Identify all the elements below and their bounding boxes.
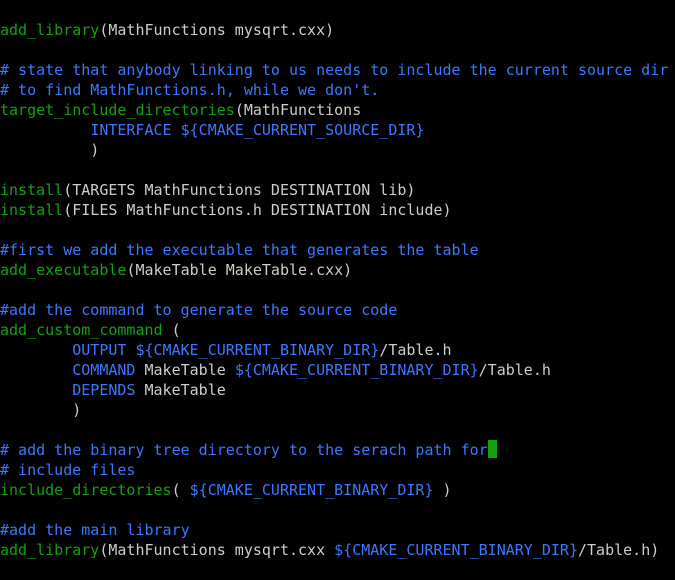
code-text: /Table.h [478,361,551,379]
code-text: ) [0,401,82,419]
code-comment: #add the main library [0,521,190,539]
code-comment: #add the command to generate the source … [0,301,398,319]
cmake-variable: ${CMAKE_CURRENT_BINARY_DIR} [234,361,479,379]
code-text: (TARGETS MathFunctions DESTINATION lib) [63,181,416,199]
code-text: (MathFunctions mysqrt.cxx) [99,21,335,39]
code-text: ( [162,321,181,339]
code-text: (MakeTable MakeTable.cxx) [126,261,353,279]
code-text: (FILES MathFunctions.h DESTINATION inclu… [63,201,452,219]
code-text: (MathFunctions [234,101,362,119]
cmake-keyword: INTERFACE [90,121,172,139]
code-line: INTERFACE ${CMAKE_CURRENT_SOURCE_DIR} [0,120,675,140]
code-line: #first we add the executable that genera… [0,240,675,260]
terminal-editor[interactable]: add_library(MathFunctions mysqrt.cxx) # … [0,20,675,560]
code-line: add_executable(MakeTable MakeTable.cxx) [0,260,675,280]
cmake-command: install [0,201,64,219]
code-line: # include files [0,460,675,480]
code-text: (MathFunctions mysqrt.cxx [99,541,335,559]
code-text: ) [0,141,100,159]
code-text: MakeTable [135,381,226,399]
code-line: OUTPUT ${CMAKE_CURRENT_BINARY_DIR}/Table… [0,340,675,360]
cmake-command: install [0,181,64,199]
cmake-command: add_custom_command [0,321,163,339]
code-comment: #first we add the executable that genera… [0,241,479,259]
code-text: ( [171,481,190,499]
code-text: MakeTable [135,361,235,379]
cmake-variable: ${CMAKE_CURRENT_BINARY_DIR} [135,341,380,359]
code-line: install(FILES MathFunctions.h DESTINATIO… [0,200,675,220]
code-line: #add the command to generate the source … [0,300,675,320]
cmake-command: add_library [0,21,100,39]
code-text: ) [433,481,452,499]
code-line: COMMAND MakeTable ${CMAKE_CURRENT_BINARY… [0,360,675,380]
code-line: add_library(MathFunctions mysqrt.cxx ${C… [0,540,675,560]
code-line: # to find MathFunctions.h, while we don'… [0,80,675,100]
cmake-keyword: OUTPUT [72,341,127,359]
code-comment: # to find MathFunctions.h, while we don'… [0,81,380,99]
text-cursor [487,440,497,458]
cmake-command: add_library [0,541,100,559]
cmake-command: target_include_directories [0,101,235,119]
cmake-variable: ${CMAKE_CURRENT_BINARY_DIR} [334,541,578,559]
code-comment: # add the binary tree directory to the s… [0,441,488,459]
code-line: ) [0,140,675,160]
code-line: # add the binary tree directory to the s… [0,440,675,460]
code-line: ) [0,400,675,420]
cmake-command: include_directories [0,481,172,499]
cmake-command: add_executable [0,261,127,279]
code-line: target_include_directories(MathFunctions [0,100,675,120]
code-line: # state that anybody linking to us needs… [0,60,675,80]
code-text: /Table.h [379,341,452,359]
code-text: /Table.h) [578,541,660,559]
code-comment: # state that anybody linking to us needs… [0,61,669,79]
cmake-keyword: DEPENDS [72,381,136,399]
code-line: add_custom_command ( [0,320,675,340]
code-line: install(TARGETS MathFunctions DESTINATIO… [0,180,675,200]
cmake-variable: ${CMAKE_CURRENT_SOURCE_DIR} [180,121,425,139]
code-line: include_directories( ${CMAKE_CURRENT_BIN… [0,480,675,500]
cmake-variable: ${CMAKE_CURRENT_BINARY_DIR} [189,481,434,499]
code-comment: # include files [0,461,136,479]
cmake-keyword: COMMAND [72,361,136,379]
code-line: DEPENDS MakeTable [0,380,675,400]
code-line: add_library(MathFunctions mysqrt.cxx) [0,20,675,40]
code-line: #add the main library [0,520,675,540]
